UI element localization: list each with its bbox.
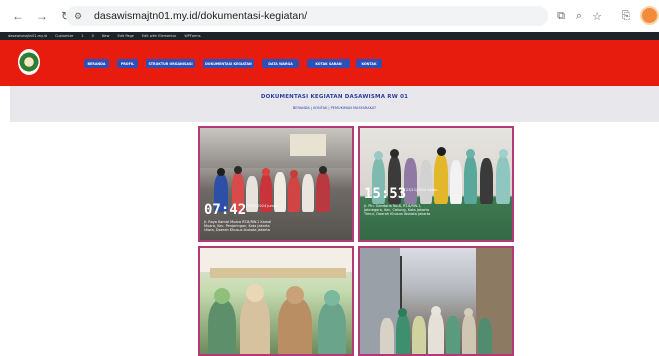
profile-avatar[interactable] xyxy=(640,6,659,25)
admin-site-link[interactable]: dasawismajtn01.my.id xyxy=(8,34,47,38)
admin-wpforms-link[interactable]: WPForms xyxy=(184,34,200,38)
menu-item-beranda[interactable]: BERANDA xyxy=(84,59,109,68)
admin-elementor-link[interactable]: Edit with Elementor xyxy=(142,34,177,38)
menu-item-data-warga[interactable]: DATA WARGA xyxy=(262,59,299,68)
back-icon[interactable]: ← xyxy=(10,8,26,24)
admin-comments-count[interactable]: 0 xyxy=(92,34,94,38)
admin-new-link[interactable]: New xyxy=(102,34,110,38)
gallery-photo-4[interactable] xyxy=(358,246,514,356)
menu-item-profil[interactable]: PROFIL xyxy=(117,59,138,68)
photo-1-date: 20/12/2024 Jumat xyxy=(246,204,278,208)
gallery-photo-3[interactable] xyxy=(198,246,354,356)
photo-2-time: 15:53 xyxy=(364,186,407,202)
url-text[interactable]: dasawismajtn01.my.id/dokumentasi-kegiata… xyxy=(94,10,307,22)
gallery-photo-2[interactable]: 15:53 23/11/2024 Sabtu Jl. Pln. Gandaria… xyxy=(358,126,514,242)
site-header: BERANDA PROFIL STRUKTUR ORGANISASI DOKUM… xyxy=(0,40,659,86)
menu-item-dokumentasi[interactable]: DOKUMENTASI KEGIATAN xyxy=(203,59,254,68)
menu-item-kontak[interactable]: KONTAK xyxy=(356,59,382,68)
translate-icon[interactable]: ⧉ xyxy=(554,9,568,23)
photo-2-date: 23/11/2024 Sabtu xyxy=(406,188,438,192)
zoom-icon[interactable]: ⌕ xyxy=(572,9,586,23)
site-logo[interactable] xyxy=(18,49,40,75)
browser-toolbar: ← → ↻ ⚙ dasawismajtn01.my.id/dokumentasi… xyxy=(0,0,659,32)
site-info-icon[interactable]: ⚙ xyxy=(74,11,86,21)
menu-item-struktur[interactable]: STRUKTUR ORGANISASI xyxy=(146,59,195,68)
admin-customize-link[interactable]: Customize xyxy=(55,34,73,38)
photo-1-stamp: Jl. Raya Kamal Muara RT.8/RW.1 Kamal Mua… xyxy=(204,220,272,233)
star-icon[interactable]: ☆ xyxy=(590,9,604,23)
page-title: DOKUMENTASI KEGIATAN DASAWISMA RW 01 xyxy=(260,94,409,100)
breadcrumb[interactable]: BERANDA | KONTAK | PEMUKIMAN MASYARAKAT xyxy=(10,106,659,110)
gallery-photo-1[interactable]: 07:42 20/12/2024 Jumat Jl. Raya Kamal Mu… xyxy=(198,126,354,242)
photo-2-stamp: Jl. Pln. Gandaria No.8, RT.8/RW.1, Jatin… xyxy=(364,204,431,217)
admin-bar: dasawismajtn01.my.id Customize 1 0 New E… xyxy=(0,32,659,40)
admin-updates-count[interactable]: 1 xyxy=(81,34,83,38)
menu-item-kotak-saran[interactable]: KOTAK SARAN xyxy=(307,59,350,68)
forward-icon[interactable]: → xyxy=(34,8,50,24)
photo-1-time: 07:42 xyxy=(204,202,247,218)
admin-edit-page-link[interactable]: Edit Page xyxy=(117,34,133,38)
extensions-icon[interactable]: ⎘ xyxy=(619,9,633,23)
page-title-band: DOKUMENTASI KEGIATAN DASAWISMA RW 01 BER… xyxy=(10,86,659,122)
address-bar[interactable]: ⚙ dasawismajtn01.my.id/dokumentasi-kegia… xyxy=(66,6,548,26)
